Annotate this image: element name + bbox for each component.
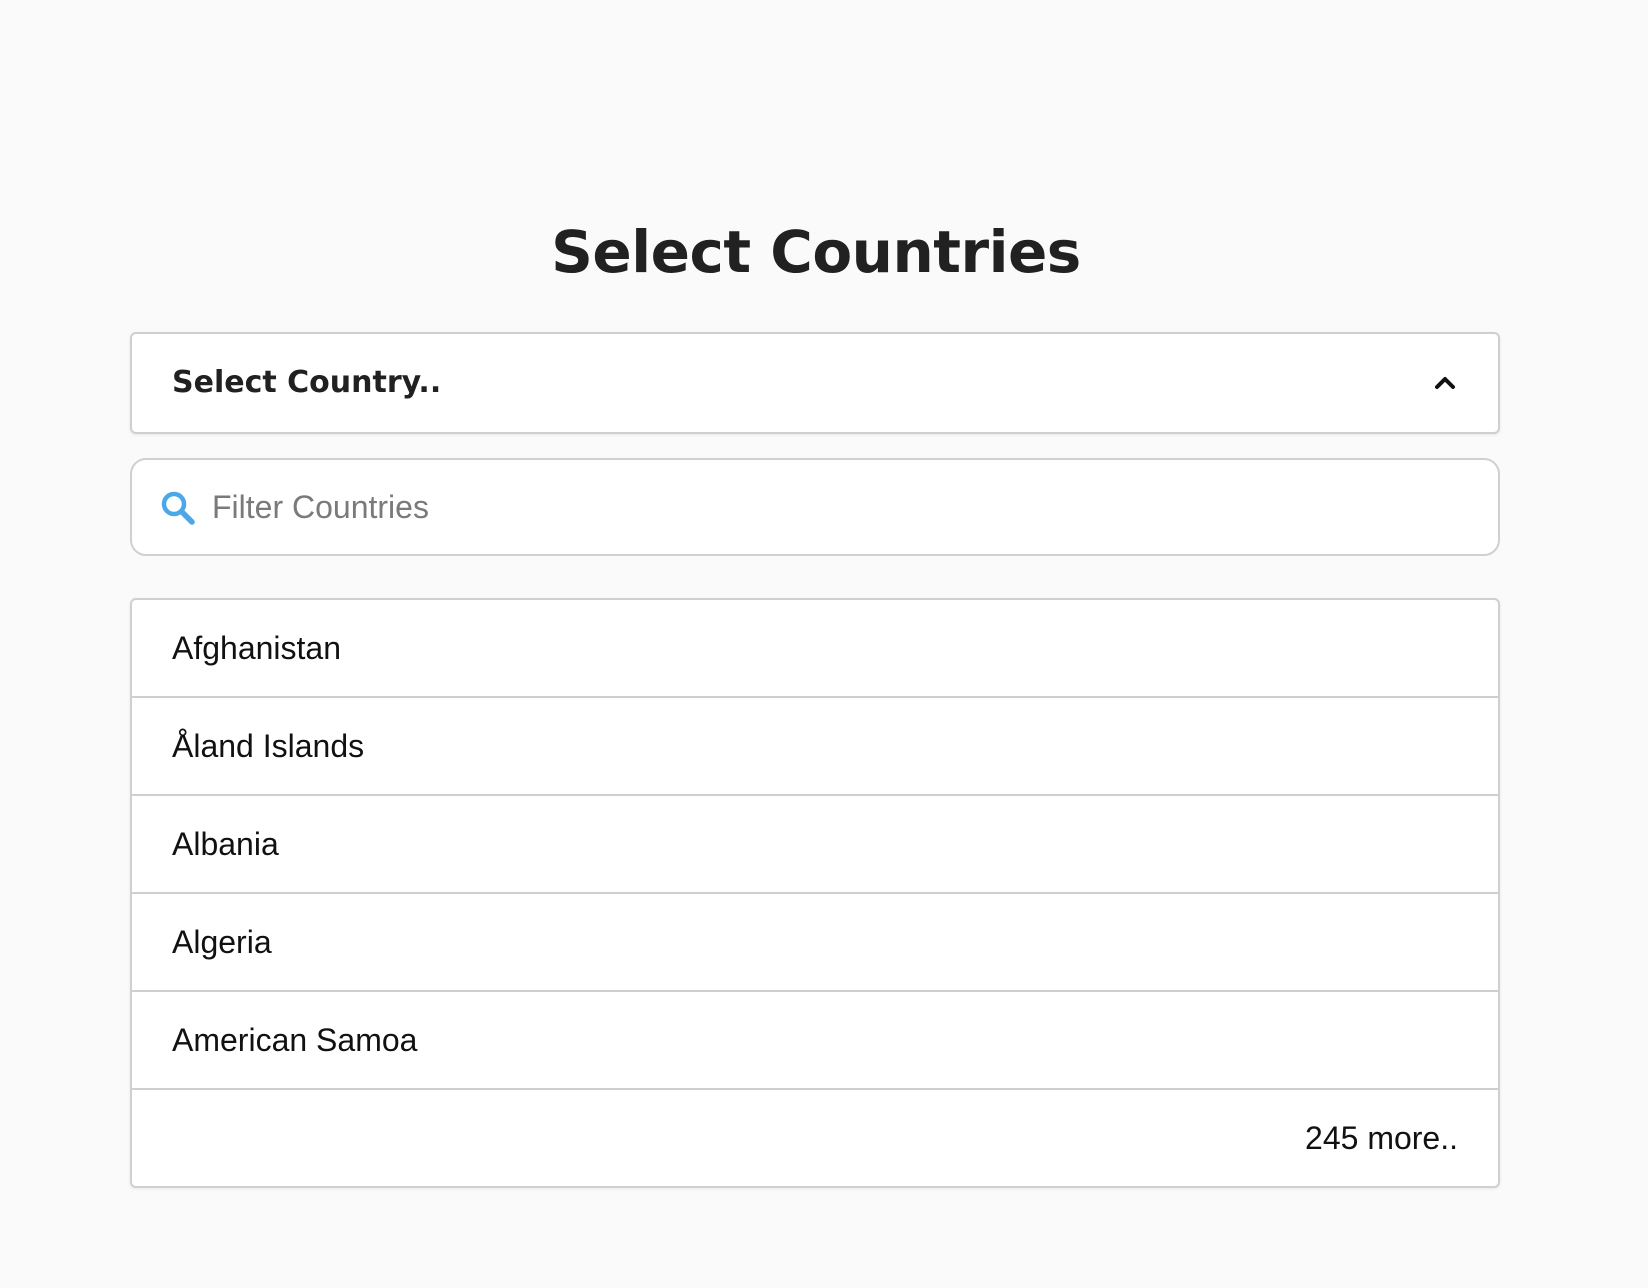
chevron-up-icon[interactable] (1432, 370, 1458, 396)
country-option-albania[interactable]: Albania (132, 796, 1498, 894)
search-icon (161, 491, 195, 525)
page-title: Select Countries (551, 218, 1081, 286)
select-label: Select Country.. (172, 365, 442, 400)
country-option-algeria[interactable]: Algeria (132, 894, 1498, 992)
country-select-toggle[interactable]: Select Country.. (130, 332, 1500, 434)
country-option-afghanistan[interactable]: Afghanistan (132, 600, 1498, 698)
filter-input[interactable] (212, 460, 1472, 554)
country-option-american-samoa[interactable]: American Samoa (132, 992, 1498, 1090)
more-countries-link[interactable]: 245 more.. (132, 1090, 1498, 1186)
country-option-aland-islands[interactable]: Åland Islands (132, 698, 1498, 796)
country-list: Afghanistan Åland Islands Albania Algeri… (130, 598, 1500, 1188)
filter-field[interactable] (130, 458, 1500, 556)
